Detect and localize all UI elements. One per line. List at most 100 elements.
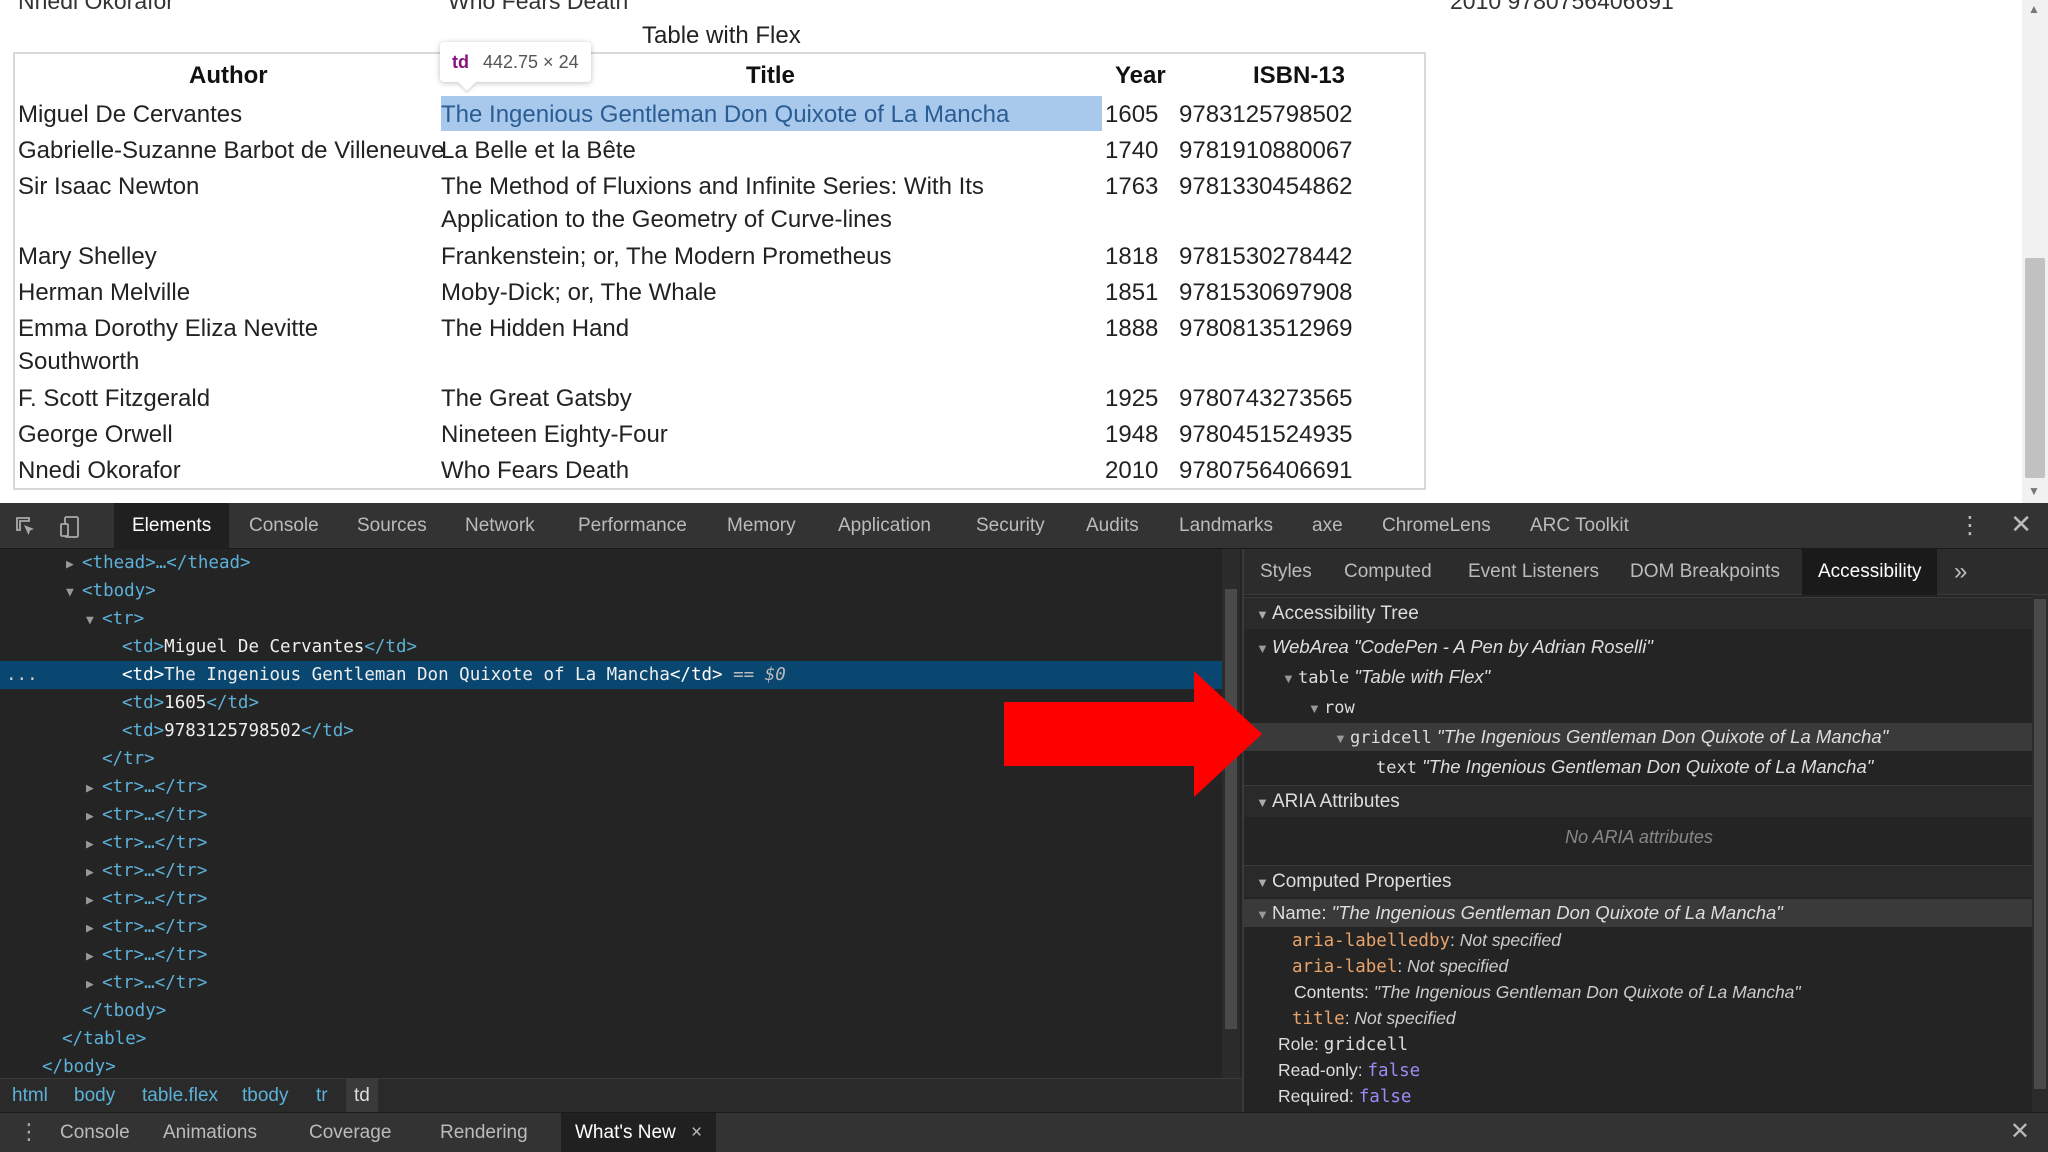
expand-arrow-icon[interactable]: ▶ [86,971,102,999]
collapse-arrow-icon[interactable]: ▼ [1308,695,1324,723]
dom-node-thead[interactable]: ▶ <thead>…</thead> [66,549,251,577]
scroll-up-icon[interactable]: ▲ [2028,2,2040,16]
drawer-tab-rendering[interactable]: Rendering [440,1113,528,1152]
expand-arrow-icon[interactable]: ▶ [86,915,102,943]
expand-arrow-icon[interactable]: ▶ [86,859,102,887]
drawer-tab-animations[interactable]: Animations [163,1113,257,1152]
dom-node-table-close[interactable]: </table> [62,1025,146,1053]
dom-node-tr[interactable]: ▶ <tr>…</tr> [86,941,207,969]
breadcrumb-html[interactable]: html [8,1079,52,1113]
expand-arrow-icon[interactable]: ▶ [86,831,102,859]
page-scrollbar[interactable]: ▲ ▼ [2022,0,2048,503]
collapse-arrow-icon[interactable]: ▼ [1256,599,1272,631]
tab-chromelens[interactable]: ChromeLens [1382,503,1491,549]
scroll-down-icon[interactable]: ▼ [2028,484,2040,498]
collapse-arrow-icon[interactable]: ▼ [1334,725,1350,753]
dom-node-tr[interactable]: ▶ <tr>…</tr> [86,885,207,913]
breadcrumb-tbody[interactable]: tbody [238,1079,292,1113]
tab-network[interactable]: Network [465,503,535,549]
close-tab-icon[interactable]: × [691,1122,702,1143]
expand-arrow-icon[interactable]: ▶ [86,943,102,971]
cell-author: George Orwell [18,421,173,448]
tab-arc-toolkit[interactable]: ARC Toolkit [1530,503,1629,549]
tab-event-listeners[interactable]: Event Listeners [1468,549,1599,595]
collapse-arrow-icon[interactable]: ▼ [66,579,82,607]
breadcrumb-body[interactable]: body [70,1079,119,1113]
collapse-arrow-icon[interactable]: ▼ [86,607,102,635]
inspect-element-icon[interactable] [14,515,38,539]
dom-node-tr[interactable]: ▶ <tr>…</tr> [86,773,207,801]
dom-node-tbody-close[interactable]: </tbody> [82,997,166,1025]
dom-node-td[interactable]: <td>1605</td> [122,689,259,717]
aria-attributes-header[interactable]: ▼ ARIA Attributes [1244,785,2034,817]
tab-sources[interactable]: Sources [357,503,427,549]
dom-tree-scrollbar[interactable] [1222,549,1240,1078]
ax-node-row[interactable]: ▼ row [1308,693,1355,721]
ax-node-table[interactable]: ▼ table "Table with Flex" [1282,663,1490,691]
tooltip-pointer [458,82,476,91]
accessibility-tree-header[interactable]: ▼ Accessibility Tree [1244,597,2034,629]
dom-node-tr-close[interactable]: </tr> [102,745,155,773]
tab-memory[interactable]: Memory [727,503,796,549]
prop-aria-label: aria-label: Not specified [1292,956,1509,977]
expand-arrow-icon[interactable]: ▶ [86,803,102,831]
node-actions-ellipsis[interactable]: ... [6,661,38,689]
computed-name-row[interactable]: ▼ Name: "The Ingenious Gentleman Don Quix… [1244,899,2034,927]
sidebar-scrollbar[interactable] [2032,595,2048,1112]
prop-contents: Contents: "The Ingenious Gentleman Don Q… [1294,982,1801,1002]
dom-tree-scroll-thumb[interactable] [1225,589,1237,1029]
ax-node-gridcell[interactable]: ▼ gridcell "The Ingenious Gentleman Don Q… [1244,723,2034,751]
drawer-menu-icon[interactable]: ⋮ [18,1119,40,1145]
dom-node-tr[interactable]: ▶ <tr>…</tr> [86,969,207,997]
collapse-arrow-icon[interactable]: ▼ [1256,635,1272,663]
page-scroll-thumb[interactable] [2025,258,2045,478]
kebab-menu-icon[interactable]: ⋮ [1958,511,1982,540]
collapse-arrow-icon[interactable]: ▼ [1256,867,1272,899]
ax-node-text[interactable]: text "The Ingenious Gentleman Don Quixot… [1376,753,1873,781]
collapse-arrow-icon[interactable]: ▼ [1256,901,1272,929]
dom-node-body-close[interactable]: </body> [42,1053,116,1078]
drawer-tab-coverage[interactable]: Coverage [309,1113,391,1152]
tab-console[interactable]: Console [249,503,319,549]
dom-node-tr[interactable]: ▶ <tr>…</tr> [86,829,207,857]
tab-axe[interactable]: axe [1312,503,1343,549]
cell-title: The Ingenious Gentleman Don Quixote of L… [441,101,1010,128]
tab-application[interactable]: Application [838,503,931,549]
dom-node-tr[interactable]: ▶ <tr>…</tr> [86,913,207,941]
device-toolbar-icon[interactable] [58,515,82,539]
drawer-tab-console[interactable]: Console [60,1113,130,1152]
drawer-tab-whats-new[interactable]: What's New × [561,1113,717,1152]
computed-properties-header[interactable]: ▼ Computed Properties [1244,865,2034,897]
expand-arrow-icon[interactable]: ▶ [86,887,102,915]
tab-landmarks[interactable]: Landmarks [1179,503,1273,549]
breadcrumb-td[interactable]: td [346,1079,378,1113]
breadcrumb-tr[interactable]: tr [312,1079,332,1113]
tab-security[interactable]: Security [976,503,1045,549]
dom-node-td[interactable]: <td>Miguel De Cervantes</td> [122,633,417,661]
tab-computed[interactable]: Computed [1344,549,1432,595]
collapse-arrow-icon[interactable]: ▼ [1282,665,1298,693]
cell-title: Moby-Dick; or, The Whale [441,279,717,306]
expand-arrow-icon[interactable]: ▶ [86,775,102,803]
tab-dom-breakpoints[interactable]: DOM Breakpoints [1630,549,1780,595]
dom-node-tbody[interactable]: ▼ <tbody> [66,577,156,605]
breadcrumb-table[interactable]: table.flex [138,1079,222,1113]
dom-node-tr[interactable]: ▶ <tr>…</tr> [86,857,207,885]
dom-node-tr[interactable]: ▼ <tr> [86,605,144,633]
more-tabs-icon[interactable]: » [1954,549,1967,595]
sidebar-scroll-thumb[interactable] [2034,599,2046,1089]
dom-node-tr[interactable]: ▶ <tr>…</tr> [86,801,207,829]
table-caption: Table with Flex [642,22,801,49]
close-icon[interactable]: ✕ [2010,509,2032,540]
tab-accessibility[interactable]: Accessibility [1802,549,1938,595]
expand-arrow-icon[interactable]: ▶ [66,551,82,579]
drawer-close-icon[interactable]: ✕ [2010,1117,2030,1146]
tab-elements[interactable]: Elements [114,503,230,549]
page-viewport: Nnedi Okorafor Who Fears Death 2010 9780… [0,0,2048,503]
tab-audits[interactable]: Audits [1086,503,1139,549]
ax-node-webarea[interactable]: ▼ WebArea "CodePen - A Pen by Adrian Rose… [1256,633,1653,661]
dom-node-td[interactable]: <td>9783125798502</td> [122,717,354,745]
tab-styles[interactable]: Styles [1260,549,1312,595]
cell-author: F. Scott Fitzgerald [18,385,211,412]
tab-performance[interactable]: Performance [578,503,687,549]
